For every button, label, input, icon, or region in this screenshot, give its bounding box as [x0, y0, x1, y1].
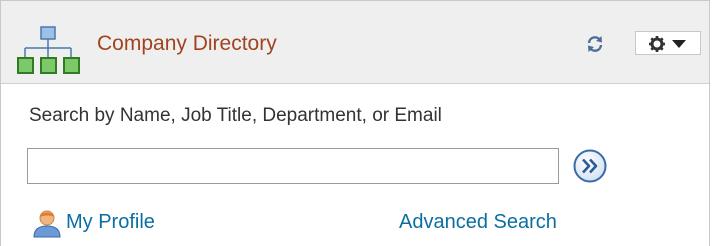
directory-search-input[interactable] — [27, 148, 559, 184]
pagelet-header: Company Directory — [1, 1, 709, 84]
caret-down-icon — [672, 40, 686, 48]
advanced-search-link[interactable]: Advanced Search — [399, 211, 557, 234]
my-profile-label: My Profile — [66, 211, 155, 233]
search-go-button[interactable] — [572, 148, 608, 184]
gear-icon — [649, 36, 665, 52]
pagelet-title[interactable]: Company Directory — [97, 32, 277, 56]
company-directory-pagelet: Company Directory Search by Name, Job Ti… — [0, 0, 710, 246]
org-chart-icon — [17, 26, 80, 76]
search-label: Search by Name, Job Title, Department, o… — [29, 105, 442, 126]
refresh-icon[interactable] — [585, 34, 605, 54]
pagelet-actions-button[interactable] — [635, 31, 701, 55]
person-icon — [31, 209, 63, 239]
double-chevron-right-icon — [573, 149, 607, 183]
